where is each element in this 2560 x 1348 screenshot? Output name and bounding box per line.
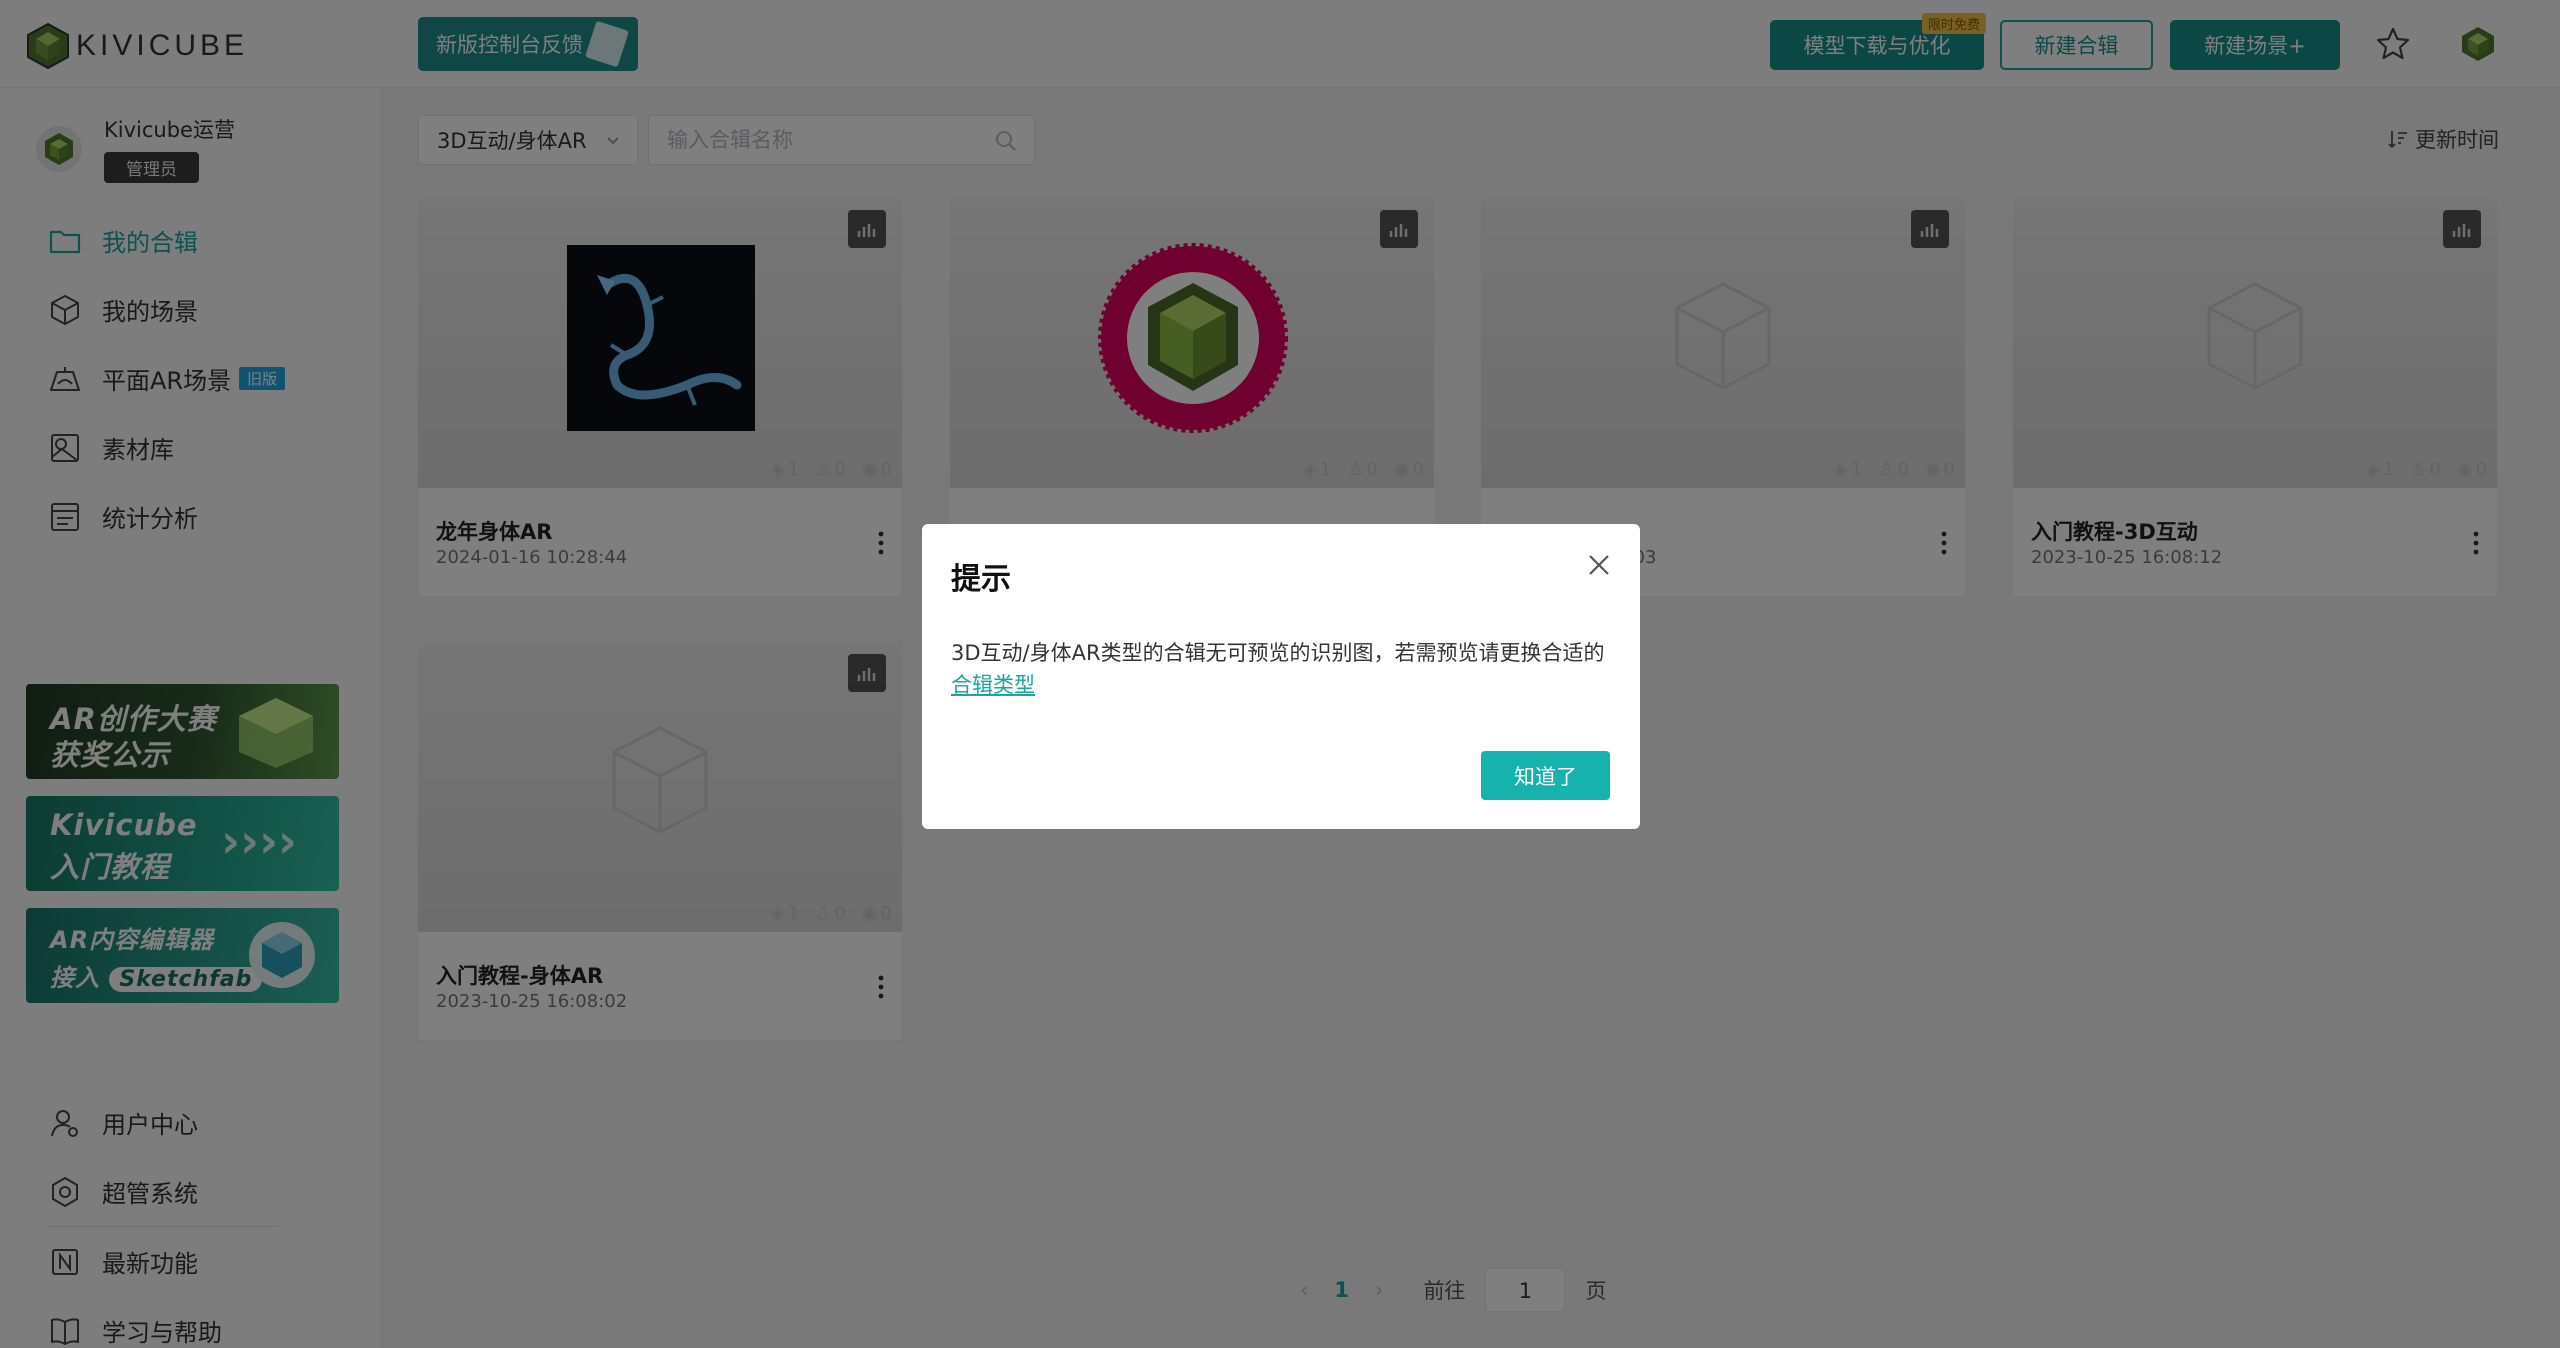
dialog-message-text: 3D互动/身体AR类型的合辑无可预览的识别图，若需预览请更换合适的: [951, 641, 1605, 665]
close-icon[interactable]: [1584, 550, 1614, 580]
dialog-title: 提示: [951, 562, 1011, 597]
tip-dialog: 提示 3D互动/身体AR类型的合辑无可预览的识别图，若需预览请更换合适的 合辑类…: [922, 524, 1640, 829]
got-it-button[interactable]: 知道了: [1481, 751, 1610, 800]
dialog-message: 3D互动/身体AR类型的合辑无可预览的识别图，若需预览请更换合适的 合辑类型: [951, 637, 1621, 701]
collection-type-link[interactable]: 合辑类型: [951, 673, 1035, 697]
